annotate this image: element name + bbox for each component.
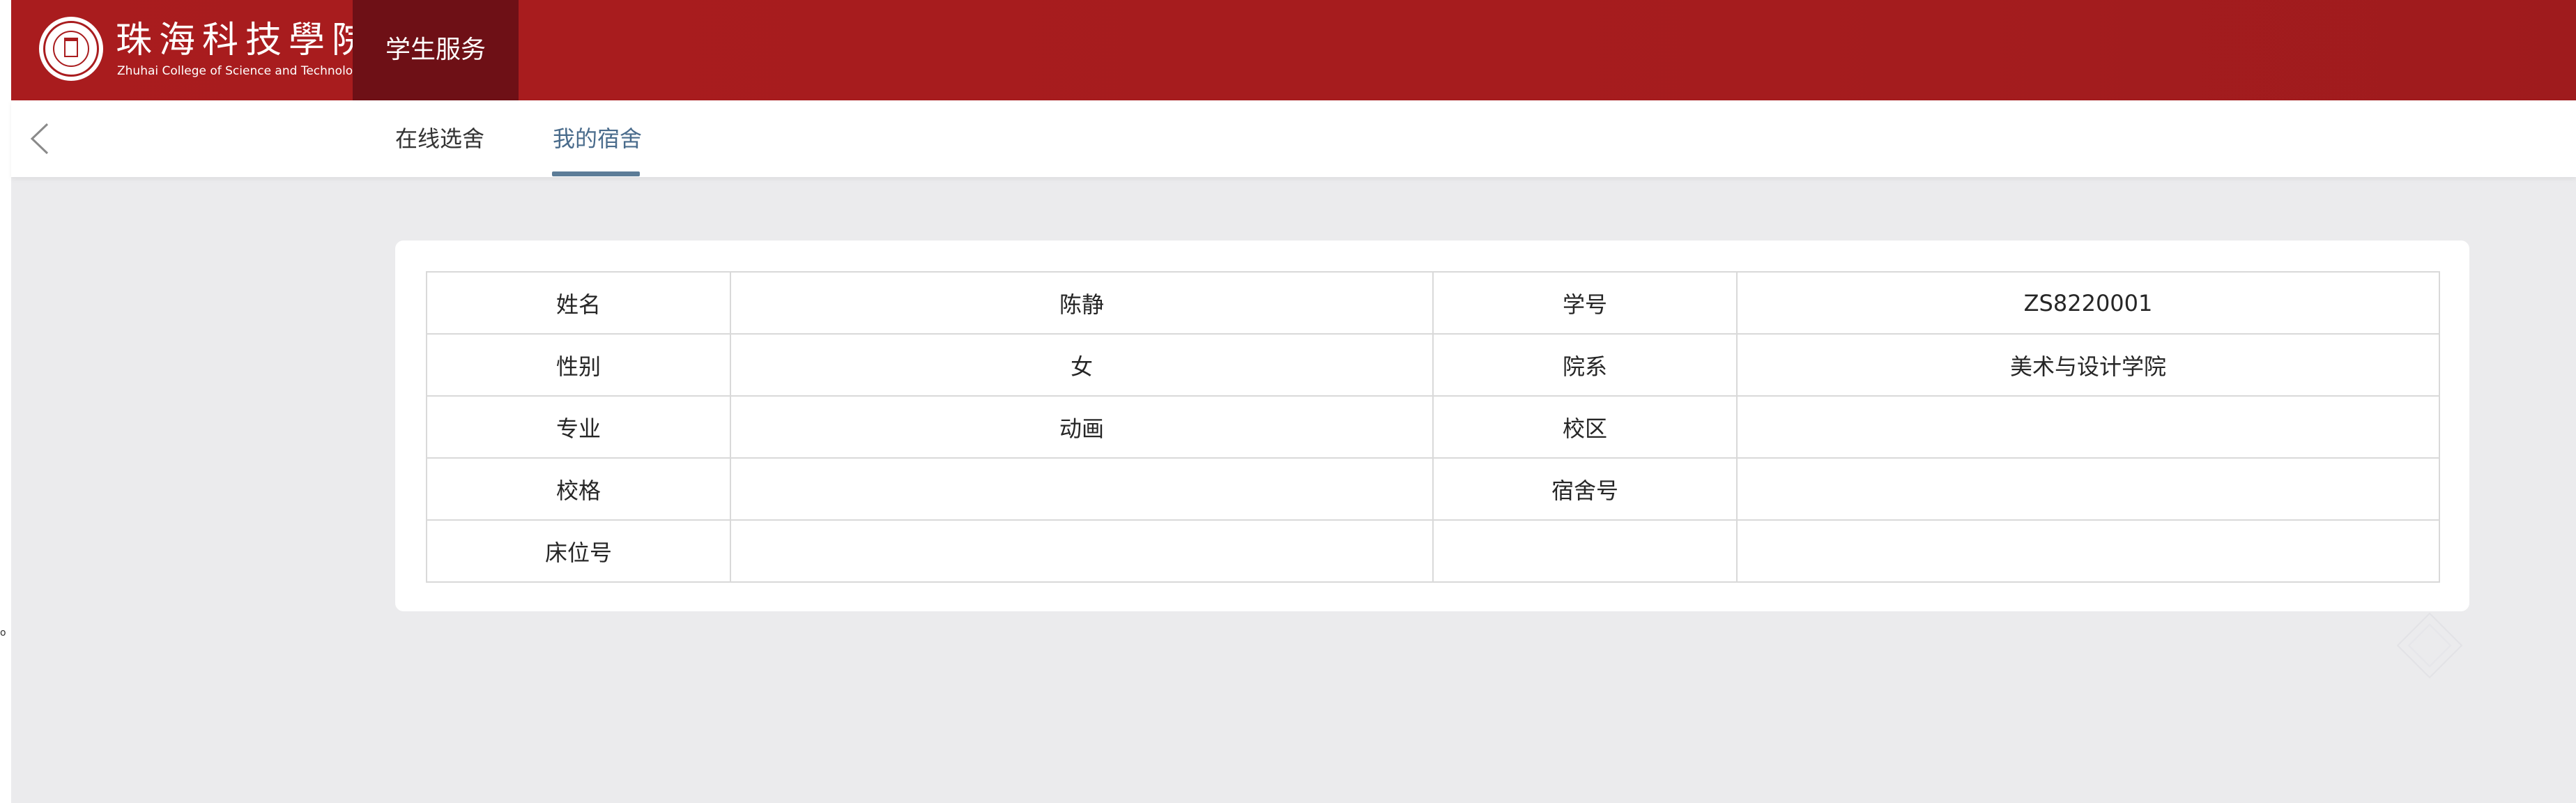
- edge-mark: o: [0, 627, 6, 638]
- table-row: 性别 女 院系 美术与设计学院: [426, 333, 2440, 397]
- value-campus: [1736, 395, 2440, 459]
- left-edge-strip: o: [0, 0, 11, 803]
- page: o 珠海科技學院 Zhuhai College of Science and T…: [0, 0, 2576, 803]
- student-service-nav[interactable]: 学生服务: [353, 0, 519, 100]
- label-room-number: 宿舍号: [1432, 457, 1738, 521]
- tab-online-selection[interactable]: 在线选舍: [394, 100, 485, 177]
- dorm-info-card: 姓名 陈静 学号 ZS8220001 性别 女 院系 美术与设计学院 专业 动画: [395, 240, 2469, 611]
- student-service-label: 学生服务: [385, 36, 486, 64]
- table-row: 姓名 陈静 学号 ZS8220001: [426, 271, 2440, 335]
- value-student-id: ZS8220001: [1736, 271, 2440, 335]
- label-bed-number: 床位号: [426, 519, 731, 583]
- value-department: 美术与设计学院: [1736, 333, 2440, 397]
- value-name: 陈静: [730, 271, 1434, 335]
- watermark-diamond-icon: [2395, 611, 2464, 680]
- label-building: 校格: [426, 457, 731, 521]
- value-room-number: [1736, 457, 2440, 521]
- table-row: 床位号: [426, 519, 2440, 583]
- empty-cell: [1432, 519, 1738, 583]
- value-bed-number: [730, 519, 1434, 583]
- table-row: 专业 动画 校区: [426, 395, 2440, 459]
- label-department: 院系: [1432, 333, 1738, 397]
- logo-english-name: Zhuhai College of Science and Technology: [117, 64, 368, 78]
- app: 珠海科技學院 Zhuhai College of Science and Tec…: [11, 0, 2576, 803]
- tab-bar: 在线选舍 我的宿舍: [11, 100, 2576, 177]
- label-gender: 性别: [426, 333, 731, 397]
- empty-cell: [1736, 519, 2440, 583]
- value-major: 动画: [730, 395, 1434, 459]
- label-name: 姓名: [426, 271, 731, 335]
- top-header: 珠海科技學院 Zhuhai College of Science and Tec…: [11, 0, 2576, 100]
- active-tab-indicator: [552, 171, 640, 176]
- label-major: 专业: [426, 395, 731, 459]
- value-gender: 女: [730, 333, 1434, 397]
- dorm-info-table: 姓名 陈静 学号 ZS8220001 性别 女 院系 美术与设计学院 专业 动画: [426, 271, 2440, 583]
- tab-my-dorm[interactable]: 我的宿舍: [552, 100, 643, 177]
- school-logo[interactable]: 珠海科技學院 Zhuhai College of Science and Tec…: [28, 0, 368, 100]
- school-seal-icon: [39, 17, 103, 81]
- label-student-id: 学号: [1432, 271, 1738, 335]
- back-arrow-icon[interactable]: [26, 121, 61, 156]
- logo-chinese-name: 珠海科技學院: [116, 20, 376, 61]
- table-row: 校格 宿舍号: [426, 457, 2440, 521]
- value-building: [730, 457, 1434, 521]
- label-campus: 校区: [1432, 395, 1738, 459]
